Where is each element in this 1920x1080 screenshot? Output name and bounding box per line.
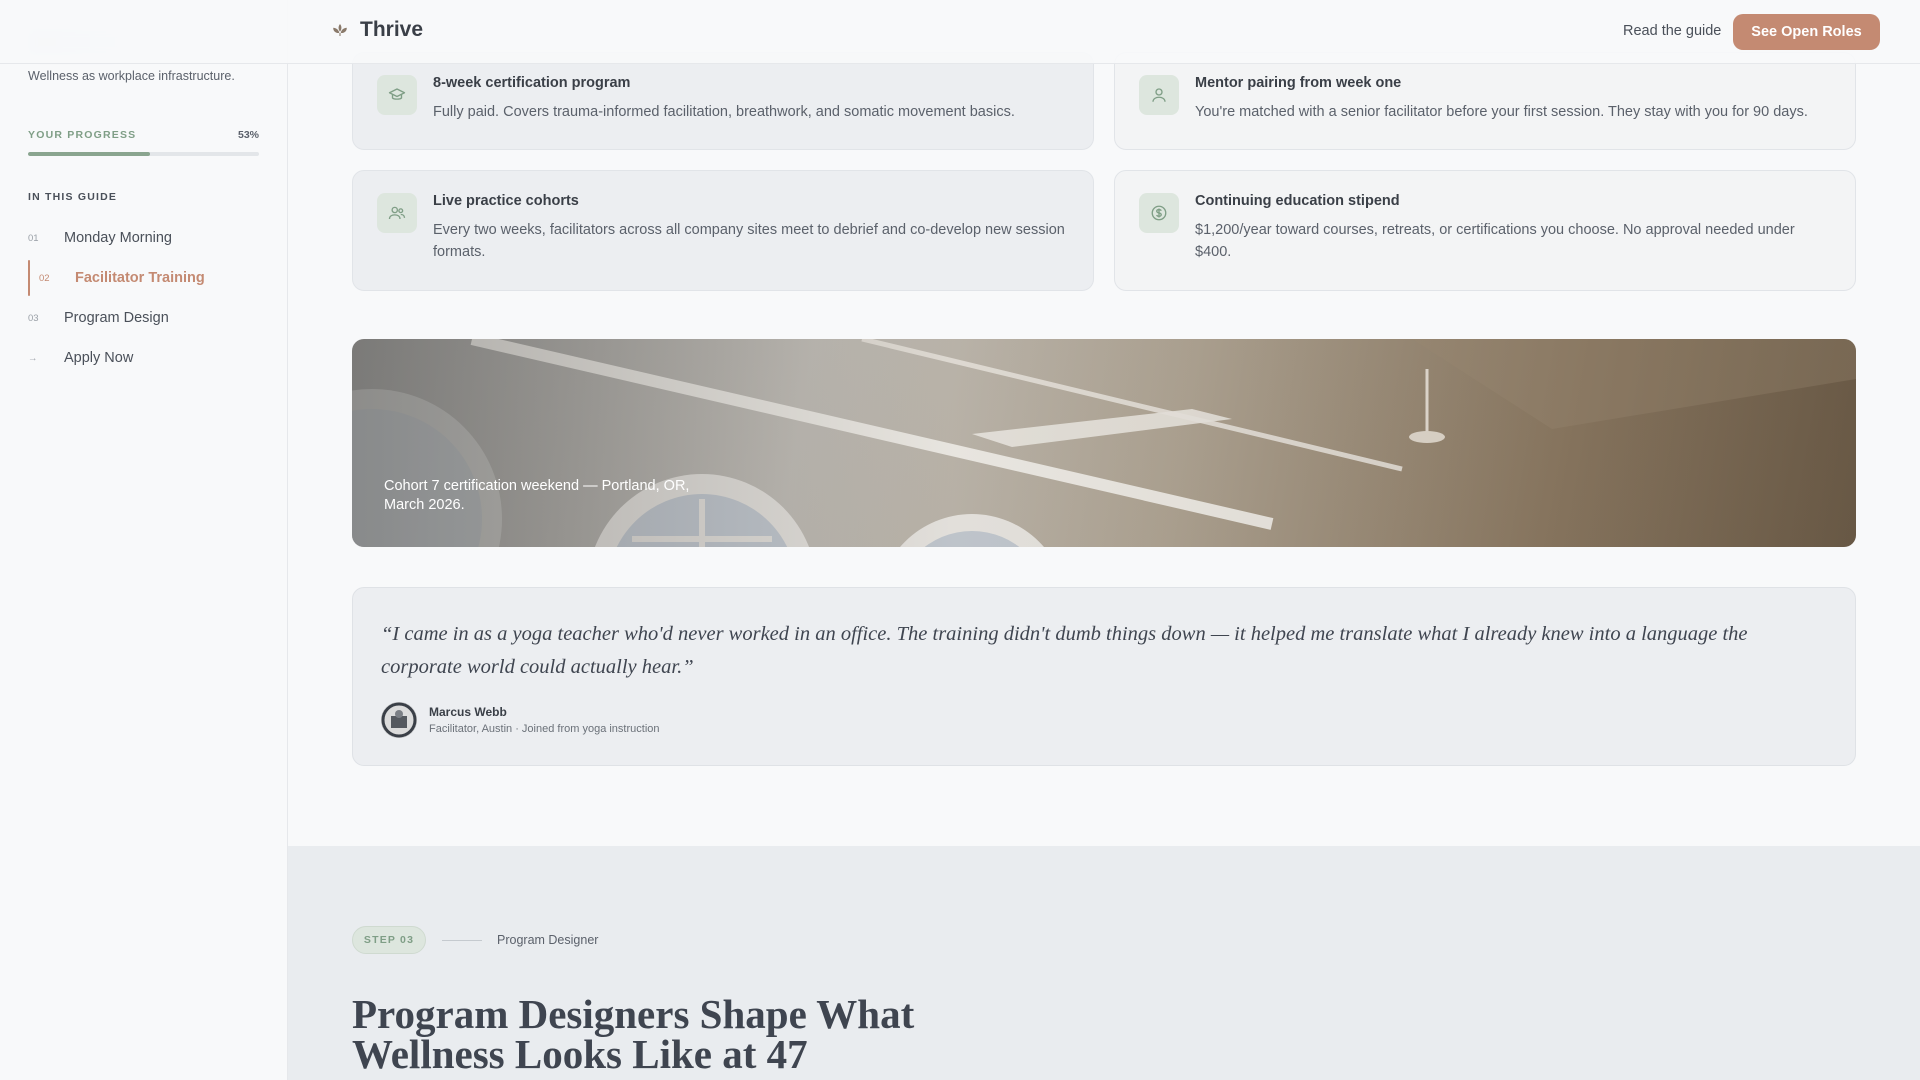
nav-item-monday-morning[interactable]: 01 Monday Morning — [28, 218, 259, 258]
cohort-photo: Cohort 7 certification weekend — Portlan… — [352, 339, 1856, 547]
sidebar: Wellness as workplace infrastructure. YO… — [0, 0, 288, 1080]
nav-item-facilitator-training[interactable]: 02 Facilitator Training — [28, 258, 259, 298]
section-heading: Program Designers Shape What Wellness Lo… — [352, 991, 915, 1077]
lotus-icon — [330, 20, 350, 40]
user-icon — [1139, 75, 1179, 115]
feature-text: You're matched with a senior facilitator… — [1195, 104, 1808, 120]
logo[interactable]: Thrive — [330, 18, 423, 42]
testimonial-card: “I came in as a yoga teacher who'd never… — [352, 587, 1856, 766]
photo-caption: Cohort 7 certification weekend — Portlan… — [384, 478, 690, 513]
read-guide-link[interactable]: Read the guide — [1623, 23, 1721, 39]
feature-title: 8-week certification program — [433, 75, 631, 91]
testimonial-author: Marcus Webb Facilitator, Austin · Joined… — [381, 702, 1827, 738]
nav-item-number: 03 — [28, 312, 39, 324]
testimonial-quote: “I came in as a yoga teacher who'd never… — [381, 623, 1748, 678]
sidebar-tagline: Wellness as workplace infrastructure. — [28, 69, 235, 83]
nav-item-number: 01 — [28, 232, 39, 244]
author-name: Marcus Webb — [429, 705, 507, 719]
nav-item-label: Monday Morning — [64, 230, 172, 246]
users-icon — [377, 193, 417, 233]
feature-title: Continuing education stipend — [1195, 193, 1400, 209]
progress-header: YOUR PROGRESS 53% — [28, 129, 259, 141]
feature-card-stipend: Continuing education stipend $1,200/year… — [1114, 170, 1856, 291]
progress-label: YOUR PROGRESS — [28, 129, 137, 141]
graduation-cap-icon — [377, 75, 417, 115]
program-designer-section: STEP 03 Program Designer Program Designe… — [288, 846, 1920, 1080]
progress-percent: 53% — [237, 129, 259, 141]
step-badge: STEP 03 — [352, 926, 426, 954]
guide-nav: 01 Monday Morning 02 Facilitator Trainin… — [28, 218, 259, 378]
step-title: Program Designer — [497, 933, 599, 947]
nav-item-label: Facilitator Training — [75, 270, 205, 286]
feature-text: Every two weeks, facilitators across all… — [433, 222, 1065, 260]
logo-text: Thrive — [360, 18, 424, 41]
author-role: Facilitator, Austin · Joined from yoga i… — [429, 723, 660, 735]
feature-card-mentor: Mentor pairing from week one You're matc… — [1114, 52, 1856, 150]
feature-title: Live practice cohorts — [433, 193, 579, 209]
step-divider — [442, 940, 482, 941]
feature-card-certification: 8-week certification program Fully paid.… — [352, 52, 1094, 150]
feature-title: Mentor pairing from week one — [1195, 75, 1402, 91]
top-navbar: Thrive Read the guide See Open Roles — [0, 0, 1920, 64]
nav-item-apply-now[interactable]: → Apply Now — [28, 338, 259, 378]
feature-text: $1,200/year toward courses, retreats, or… — [1195, 222, 1795, 260]
arrow-right-icon: → — [28, 352, 38, 364]
dollar-icon — [1139, 193, 1179, 233]
progress-bar-fill — [28, 152, 151, 156]
see-open-roles-button[interactable]: See Open Roles — [1733, 14, 1880, 50]
nav-item-number: 02 — [39, 272, 50, 284]
nav-item-label: Program Design — [64, 310, 169, 326]
progress-bar — [28, 152, 259, 156]
feature-card-cohorts: Live practice cohorts Every two weeks, f… — [352, 170, 1094, 291]
guide-heading: IN THIS GUIDE — [28, 191, 118, 203]
nav-item-label: Apply Now — [64, 350, 134, 366]
photo-overlay — [352, 339, 1856, 547]
feature-text: Fully paid. Covers trauma-informed facil… — [433, 104, 1015, 120]
avatar — [381, 702, 417, 738]
nav-item-program-design[interactable]: 03 Program Design — [28, 298, 259, 338]
